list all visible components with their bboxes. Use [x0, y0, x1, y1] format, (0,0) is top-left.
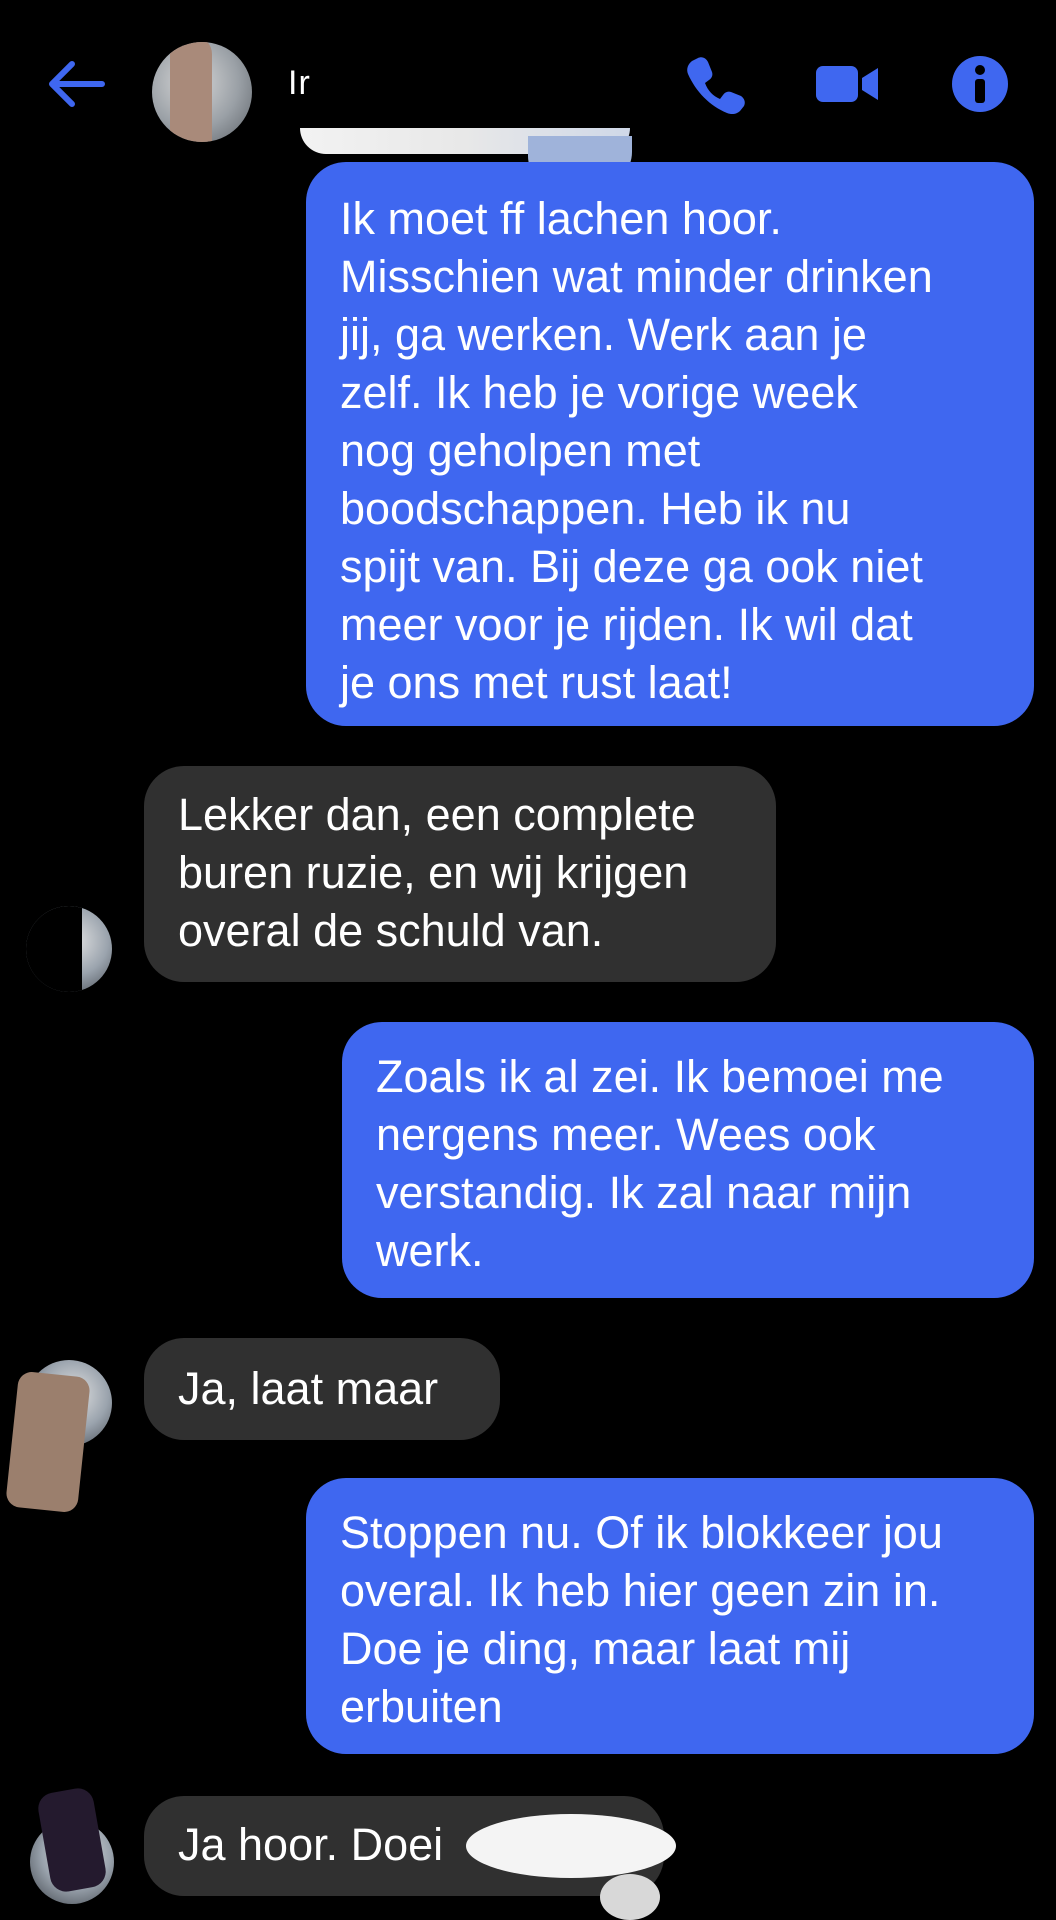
text-redaction [600, 1874, 660, 1920]
conversation-header: Ir [0, 0, 1056, 186]
message-bubble-received[interactable]: Lekker dan, een complete buren ruzie, en… [144, 766, 776, 982]
contact-avatar[interactable] [152, 42, 252, 142]
info-icon [952, 56, 1008, 112]
avatar-redaction [170, 42, 212, 142]
video-camera-icon [816, 66, 878, 102]
contact-name[interactable]: Ir [288, 64, 311, 103]
avatar-redaction [26, 906, 82, 992]
message-bubble-sent[interactable]: Stoppen nu. Of ik blokkeer jou overal. I… [306, 1478, 1034, 1754]
sender-avatar [26, 906, 112, 992]
text-redaction [466, 1814, 676, 1878]
back-button[interactable] [44, 58, 108, 110]
info-button[interactable] [948, 52, 1012, 116]
message-bubble-sent[interactable]: Ik moet ff lachen hoor. Misschien wat mi… [306, 162, 1034, 726]
avatar-redaction [5, 1370, 91, 1514]
voice-call-button[interactable] [684, 52, 748, 116]
message-bubble-received[interactable]: Ja, laat maar [144, 1338, 500, 1440]
video-call-button[interactable] [812, 52, 878, 116]
message-bubble-sent[interactable]: Zoals ik al zei. Ik bemoei me nergens me… [342, 1022, 1034, 1298]
phone-icon [687, 57, 745, 115]
back-arrow-icon [49, 61, 105, 107]
